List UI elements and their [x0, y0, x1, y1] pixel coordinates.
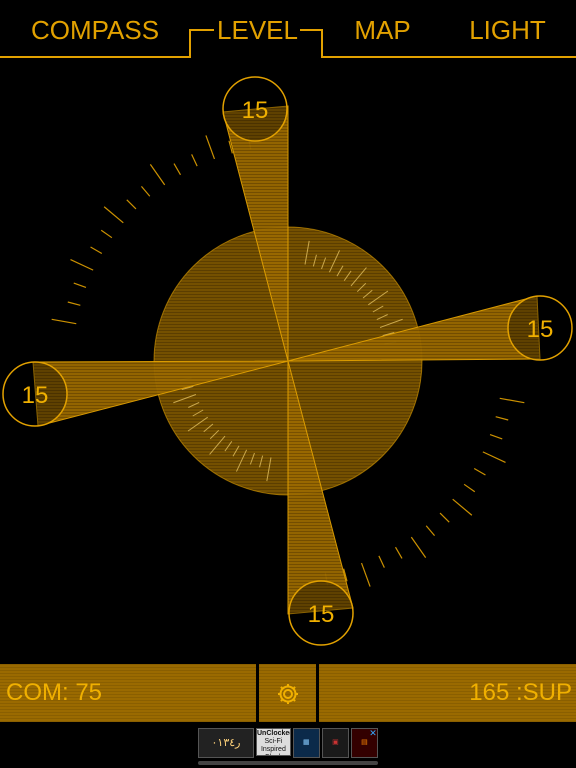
tick-mark: [452, 498, 473, 516]
ad-clock-preview: ﺭ٠١٣٤: [198, 728, 254, 758]
tab-bar: COMPASS LEVEL MAP LIGHT: [0, 0, 576, 60]
tick-mark: [439, 512, 450, 523]
ad-text: UnClocked Sci-Fi Inspired Clock Widget: [256, 728, 291, 756]
sup-readout: 165 :SUP: [319, 664, 576, 722]
ad-banner[interactable]: ﺭ٠١٣٤ UnClocked Sci-Fi Inspired Clock Wi…: [198, 728, 379, 758]
tab-light[interactable]: LIGHT: [455, 10, 560, 50]
ad-title: UnClocked: [257, 730, 291, 737]
level-display: 15 15 15 15: [2, 76, 573, 646]
tick-mark: [378, 555, 385, 568]
reading-right: 15: [507, 295, 573, 361]
status-footer: COM: 75 165 :SUP: [0, 664, 576, 722]
tick-mark: [51, 318, 77, 325]
tick-mark: [489, 433, 503, 440]
tick-mark: [67, 301, 81, 306]
reading-left-value: 15: [22, 382, 49, 409]
tick-mark: [173, 163, 182, 176]
close-icon[interactable]: ✕: [368, 728, 378, 738]
tab-compass[interactable]: COMPASS: [20, 10, 170, 50]
tick-mark: [499, 397, 525, 404]
tick-mark: [140, 185, 151, 197]
tick-mark: [473, 467, 486, 476]
reading-top: 15: [222, 76, 288, 142]
reading-top-value: 15: [242, 97, 269, 124]
reading-bottom: 15: [288, 580, 354, 646]
tick-mark: [463, 483, 476, 493]
tab-level[interactable]: LEVEL: [195, 10, 320, 50]
tick-mark: [90, 246, 103, 255]
tick-mark: [73, 282, 87, 289]
tick-mark: [191, 154, 198, 167]
reading-bottom-value: 15: [308, 601, 335, 628]
com-readout: COM: 75: [0, 664, 256, 722]
tick-mark: [410, 536, 427, 558]
tick-mark: [394, 546, 403, 559]
ad-thumb-1: ▦: [292, 728, 320, 758]
tick-mark: [126, 199, 137, 210]
tick-mark: [425, 525, 436, 537]
tick-mark: [205, 135, 216, 160]
tick-mark: [482, 451, 506, 463]
ad-subtitle: Sci-Fi Inspired Clock Widget: [260, 738, 286, 755]
tick-mark: [495, 416, 509, 421]
home-indicator: [198, 761, 378, 765]
reading-right-value: 15: [527, 316, 554, 343]
reading-left: 15: [2, 361, 68, 427]
tick-mark: [100, 229, 113, 239]
gear-icon: [277, 683, 298, 704]
tick-mark: [360, 562, 371, 587]
tick-mark: [149, 164, 166, 186]
tab-map[interactable]: MAP: [335, 10, 430, 50]
ad-thumb-2: ▣: [321, 728, 349, 758]
tick-mark: [70, 259, 94, 271]
settings-button[interactable]: [259, 664, 316, 722]
tick-mark: [103, 206, 124, 224]
